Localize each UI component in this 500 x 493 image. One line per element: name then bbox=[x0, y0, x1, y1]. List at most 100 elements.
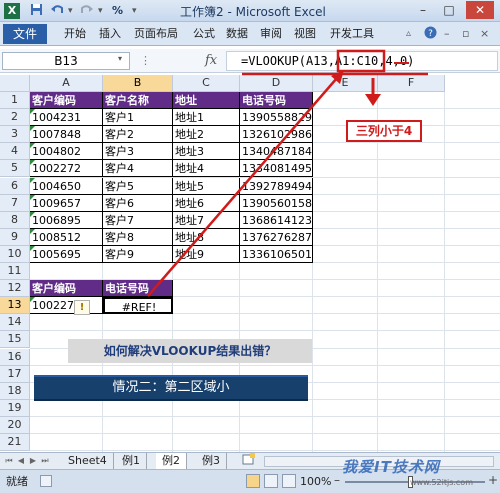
ribbon-minimize-icon[interactable]: ▵ bbox=[406, 26, 411, 42]
tab-data[interactable]: 数据 bbox=[226, 26, 248, 42]
table-cell[interactable]: 13686141235 bbox=[240, 211, 313, 229]
customize-quick-access-icon[interactable]: ▾ bbox=[132, 3, 137, 19]
header-cell[interactable]: 客户名称 bbox=[103, 92, 173, 109]
name-box[interactable]: B13 bbox=[2, 52, 130, 70]
insert-function-button[interactable]: fx bbox=[205, 53, 217, 69]
table-cell[interactable]: 13404871843 bbox=[240, 143, 313, 161]
column-header-c[interactable]: C bbox=[173, 75, 240, 92]
close-button[interactable]: ✕ bbox=[466, 1, 494, 19]
row-header-1[interactable]: 1 bbox=[0, 92, 30, 109]
redo-icon[interactable] bbox=[80, 3, 94, 19]
table-cell[interactable]: 客户6 bbox=[103, 194, 173, 212]
column-header-f[interactable]: F bbox=[378, 75, 445, 92]
help-icon[interactable]: ? bbox=[424, 26, 437, 44]
file-tab[interactable]: 文件 bbox=[3, 24, 47, 44]
row-header-13[interactable]: 13 bbox=[0, 297, 30, 315]
doc-minimize-icon[interactable]: – bbox=[444, 26, 450, 42]
header-cell[interactable]: 电话号码 bbox=[240, 92, 313, 109]
tab-sheet4[interactable]: Sheet4 bbox=[62, 453, 114, 469]
restore-button[interactable]: □ bbox=[438, 1, 460, 19]
table-cell[interactable]: 1006895 bbox=[30, 211, 103, 229]
column-header-d[interactable]: D bbox=[240, 75, 313, 92]
row-header-20[interactable]: 20 bbox=[0, 416, 30, 434]
row-header-12[interactable]: 12 bbox=[0, 280, 30, 298]
first-sheet-icon[interactable]: ⏮ bbox=[4, 455, 14, 467]
prev-sheet-icon[interactable]: ◀ bbox=[16, 455, 26, 467]
row-header-18[interactable]: 18 bbox=[0, 382, 30, 400]
tab-review[interactable]: 审阅 bbox=[260, 26, 282, 42]
table-cell[interactable]: 地址5 bbox=[173, 177, 240, 195]
page-layout-view-icon[interactable] bbox=[264, 474, 278, 488]
lookup-header-cell[interactable]: 客户编码 bbox=[30, 280, 103, 298]
tab-insert[interactable]: 插入 bbox=[99, 26, 121, 42]
table-cell[interactable]: 地址7 bbox=[173, 211, 240, 229]
row-header-2[interactable]: 2 bbox=[0, 109, 30, 127]
row-header-5[interactable]: 5 bbox=[0, 160, 30, 178]
percent-style-button[interactable]: % bbox=[112, 3, 123, 19]
zoom-in-icon[interactable]: + bbox=[488, 473, 498, 487]
lookup-header-cell[interactable]: 电话号码 bbox=[103, 280, 173, 298]
formula-input[interactable]: =VLOOKUP(A13,A1:C10,4,0) bbox=[226, 51, 498, 71]
tab-example-1[interactable]: 例1 bbox=[116, 453, 147, 469]
table-cell[interactable]: 客户1 bbox=[103, 109, 173, 127]
tab-home[interactable]: 开始 bbox=[64, 26, 86, 42]
name-box-dropdown-icon[interactable]: ▾ bbox=[118, 54, 122, 63]
tab-page-layout[interactable]: 页面布局 bbox=[134, 26, 178, 42]
table-cell[interactable]: 地址1 bbox=[173, 109, 240, 127]
result-cell-b13[interactable]: #REF! bbox=[103, 297, 173, 315]
table-cell[interactable]: 客户5 bbox=[103, 177, 173, 195]
new-sheet-icon[interactable] bbox=[236, 453, 262, 469]
row-header-21[interactable]: 21 bbox=[0, 434, 30, 451]
undo-dropdown-icon[interactable]: ▾ bbox=[68, 3, 73, 19]
row-header-8[interactable]: 8 bbox=[0, 211, 30, 229]
table-cell[interactable]: 地址6 bbox=[173, 194, 240, 212]
macro-record-icon[interactable] bbox=[40, 475, 52, 487]
table-cell[interactable]: 1002272 bbox=[30, 160, 103, 178]
table-cell[interactable]: 地址9 bbox=[173, 245, 240, 263]
header-cell[interactable]: 客户编码 bbox=[30, 92, 103, 109]
tab-view[interactable]: 视图 bbox=[294, 26, 316, 42]
table-cell[interactable]: 13261029862 bbox=[240, 126, 313, 144]
page-break-view-icon[interactable] bbox=[282, 474, 296, 488]
table-cell[interactable]: 客户2 bbox=[103, 126, 173, 144]
lookup-code-cell[interactable]: 1002272 bbox=[30, 297, 103, 315]
next-sheet-icon[interactable]: ▶ bbox=[28, 455, 38, 467]
column-header-a[interactable]: A bbox=[30, 75, 103, 92]
table-cell[interactable]: 地址3 bbox=[173, 143, 240, 161]
row-header-4[interactable]: 4 bbox=[0, 143, 30, 161]
tab-example-3[interactable]: 例3 bbox=[196, 453, 227, 469]
error-warning-icon[interactable]: ! bbox=[74, 300, 90, 315]
tab-developer[interactable]: 开发工具 bbox=[330, 26, 374, 42]
tab-example-2[interactable]: 例2 bbox=[156, 453, 187, 469]
row-header-6[interactable]: 6 bbox=[0, 177, 30, 195]
row-header-3[interactable]: 3 bbox=[0, 126, 30, 144]
table-cell[interactable]: 1008512 bbox=[30, 228, 103, 246]
table-cell[interactable]: 地址8 bbox=[173, 228, 240, 246]
row-header-10[interactable]: 10 bbox=[0, 245, 30, 263]
table-cell[interactable]: 客户9 bbox=[103, 245, 173, 263]
table-cell[interactable]: 客户7 bbox=[103, 211, 173, 229]
tab-formulas[interactable]: 公式 bbox=[193, 26, 215, 42]
minimize-button[interactable]: – bbox=[412, 1, 434, 19]
zoom-out-icon[interactable]: – bbox=[334, 473, 340, 487]
column-header-b[interactable]: B bbox=[103, 75, 173, 92]
table-cell[interactable]: 1007848 bbox=[30, 126, 103, 144]
table-cell[interactable]: 客户8 bbox=[103, 228, 173, 246]
table-cell[interactable]: 13905588293 bbox=[240, 109, 313, 127]
table-cell[interactable]: 13762762871 bbox=[240, 228, 313, 246]
row-header-16[interactable]: 16 bbox=[0, 348, 30, 366]
table-cell[interactable]: 13340814955 bbox=[240, 160, 313, 178]
table-cell[interactable]: 13361065017 bbox=[240, 245, 313, 263]
table-cell[interactable]: 地址4 bbox=[173, 160, 240, 178]
table-cell[interactable]: 1004650 bbox=[30, 177, 103, 195]
header-cell[interactable]: 地址 bbox=[173, 92, 240, 109]
row-header-14[interactable]: 14 bbox=[0, 314, 30, 332]
row-header-9[interactable]: 9 bbox=[0, 228, 30, 246]
row-header-15[interactable]: 15 bbox=[0, 331, 30, 349]
undo-icon[interactable] bbox=[50, 3, 64, 19]
row-header-7[interactable]: 7 bbox=[0, 194, 30, 212]
table-cell[interactable]: 客户3 bbox=[103, 143, 173, 161]
table-cell[interactable]: 1005695 bbox=[30, 245, 103, 263]
column-header-e[interactable]: E bbox=[313, 75, 378, 92]
table-cell[interactable]: 1004802 bbox=[30, 143, 103, 161]
